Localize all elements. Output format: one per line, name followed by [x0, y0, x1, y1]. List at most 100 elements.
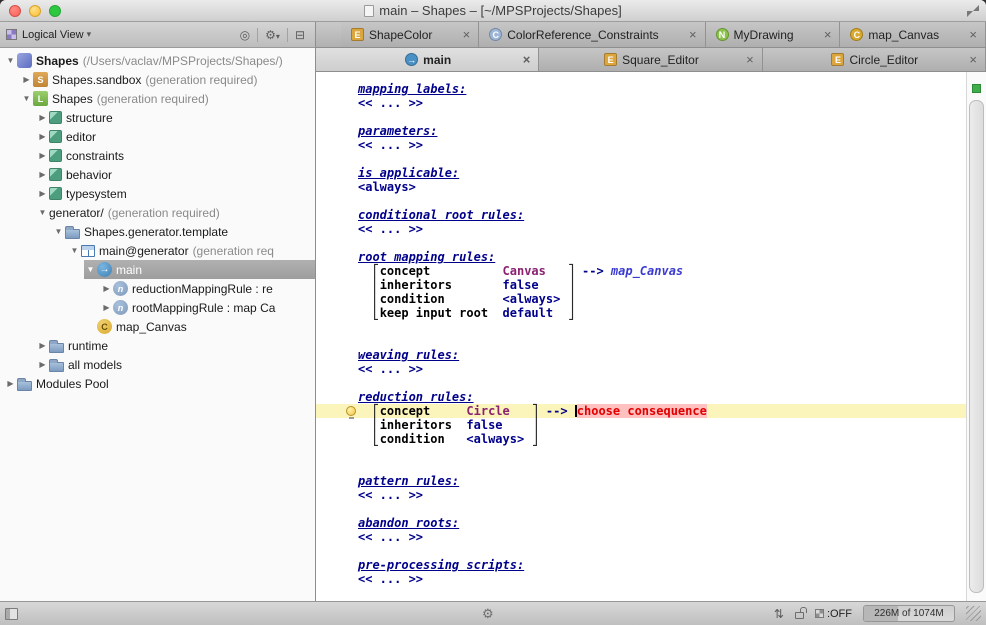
editor-line[interactable] — [316, 334, 966, 348]
abandon-roots-body[interactable]: << ... >> — [316, 530, 966, 544]
tree-item-generator[interactable]: ▼generator/(generation required) — [0, 203, 315, 222]
header-reduction-rules[interactable]: reduction rules: — [316, 390, 966, 404]
close-window-button[interactable] — [9, 5, 21, 17]
header-abandon-roots[interactable]: abandon roots: — [316, 516, 966, 530]
pattern-rules-body[interactable]: << ... >> — [316, 488, 966, 502]
zoom-window-button[interactable] — [49, 5, 61, 17]
collapsed-arrow-icon[interactable]: ▶ — [4, 379, 17, 388]
document-proxy-icon[interactable] — [364, 5, 374, 17]
fullscreen-icon[interactable] — [967, 5, 979, 17]
tree-item-constraints[interactable]: ▶constraints — [0, 146, 315, 165]
root-rule-row-inheritors[interactable]: ⎢inheritors false ⎥ — [316, 278, 966, 292]
reduction-rule-row-concept[interactable]: ⎡concept Circle ⎤ --> choose consequence — [316, 404, 966, 418]
mapping-labels-body[interactable]: << ... >> — [316, 96, 966, 110]
close-tab-icon[interactable]: × — [969, 53, 977, 66]
header-pre-processing-scripts[interactable]: pre-processing scripts: — [316, 558, 966, 572]
expanded-arrow-icon[interactable]: ▼ — [52, 227, 65, 236]
unlock-icon[interactable] — [795, 612, 804, 619]
header-weaving-rules[interactable]: weaving rules: — [316, 348, 966, 362]
editor-line[interactable] — [316, 236, 966, 250]
editor-line[interactable] — [316, 194, 966, 208]
error-stripe[interactable] — [966, 72, 986, 601]
tab-mydrawing[interactable]: NMyDrawing× — [706, 22, 841, 47]
tree-item-runtime[interactable]: ▶runtime — [0, 336, 315, 355]
tree-item-structure[interactable]: ▶structure — [0, 108, 315, 127]
editor-line[interactable] — [316, 544, 966, 558]
toolwindow-toggle-icon[interactable] — [5, 608, 18, 620]
weaving-rules-body[interactable]: << ... >> — [316, 362, 966, 376]
header-conditional-root-rules[interactable]: conditional root rules: — [316, 208, 966, 222]
close-tab-icon[interactable]: × — [959, 28, 977, 41]
collapsed-arrow-icon[interactable]: ▶ — [36, 151, 49, 160]
tree-item-main[interactable]: ▼→main — [0, 260, 315, 279]
tree-item-shapes[interactable]: ▼Shapes(/Users/vaclav/MPSProjects/Shapes… — [0, 51, 315, 70]
tree-item-modules-pool[interactable]: ▶Modules Pool — [0, 374, 315, 393]
scrollbar-thumb[interactable] — [969, 100, 984, 593]
reduction-rule-row-condition[interactable]: ⎣condition <always> ⎦ — [316, 432, 966, 446]
editor-line[interactable] — [316, 502, 966, 516]
tree-item-main-generator[interactable]: ▼main@generator(generation req — [0, 241, 315, 260]
collapsed-arrow-icon[interactable]: ▶ — [36, 132, 49, 141]
close-tab-icon[interactable]: × — [523, 53, 531, 66]
minimize-window-button[interactable] — [29, 5, 41, 17]
scroll-to-node-icon[interactable]: ◎ — [236, 28, 254, 42]
close-tab-icon[interactable]: × — [679, 28, 697, 41]
is-applicable-body[interactable]: <always> — [316, 180, 966, 194]
background-tasks-gear-icon[interactable]: ⚙ — [482, 606, 494, 622]
expanded-arrow-icon[interactable]: ▼ — [20, 94, 33, 103]
tree-item-reductionmappingrule-re[interactable]: ▶nreductionMappingRule : re — [0, 279, 315, 298]
pre-processing-scripts-body[interactable]: << ... >> — [316, 572, 966, 586]
collapsed-arrow-icon[interactable]: ▶ — [20, 75, 33, 84]
editor-line[interactable] — [316, 152, 966, 166]
expanded-arrow-icon[interactable]: ▼ — [4, 56, 17, 65]
parameters-body[interactable]: << ... >> — [316, 138, 966, 152]
tree-item-rootmappingrule-map-ca[interactable]: ▶nrootMappingRule : map Ca — [0, 298, 315, 317]
tree-item-typesystem[interactable]: ▶typesystem — [0, 184, 315, 203]
tree-item-shapes[interactable]: ▼LShapes(generation required) — [0, 89, 315, 108]
tree-item-behavior[interactable]: ▶behavior — [0, 165, 315, 184]
title-bar[interactable]: main – Shapes – [~/MPSProjects/Shapes] — [0, 0, 986, 22]
editor-line[interactable] — [316, 446, 966, 460]
editor-line[interactable] — [316, 460, 966, 474]
close-tab-icon[interactable]: × — [814, 28, 832, 41]
chevron-down-icon[interactable]: ▾ — [87, 29, 92, 40]
tree-item-shapes-sandbox[interactable]: ▶SShapes.sandbox(generation required) — [0, 70, 315, 89]
header-root-mapping-rules[interactable]: root mapping rules: — [316, 250, 966, 264]
close-tab-icon[interactable]: × — [746, 53, 754, 66]
tab-circle-editor[interactable]: ECircle_Editor× — [763, 48, 986, 71]
hide-panel-icon[interactable]: ⊟ — [291, 28, 309, 42]
tree-item-shapes-generator-template[interactable]: ▼Shapes.generator.template — [0, 222, 315, 241]
collapsed-arrow-icon[interactable]: ▶ — [36, 341, 49, 350]
reduction-rule-row-inheritors[interactable]: ⎢inheritors false ⎥ — [316, 418, 966, 432]
root-rule-row-condition[interactable]: ⎢condition <always> ⎥ — [316, 292, 966, 306]
tab-main[interactable]: →main× — [316, 48, 539, 71]
root-rule-row-concept[interactable]: ⎡concept Canvas ⎤ --> map_Canvas — [316, 264, 966, 278]
resize-grip[interactable] — [966, 606, 981, 621]
conditional-root-rules-body[interactable]: << ... >> — [316, 222, 966, 236]
collapsed-arrow-icon[interactable]: ▶ — [100, 284, 113, 293]
editor-line[interactable] — [316, 320, 966, 334]
tab-colorreference-constraints[interactable]: CColorReference_Constraints× — [479, 22, 705, 47]
header-mapping-labels[interactable]: mapping labels: — [316, 82, 966, 96]
editor-content[interactable]: mapping labels:<< ... >>parameters:<< ..… — [316, 72, 966, 601]
tree-item-editor[interactable]: ▶editor — [0, 127, 315, 146]
root-rule-row-keep-input-root[interactable]: ⎣keep input root default ⎦ — [316, 306, 966, 320]
expanded-arrow-icon[interactable]: ▼ — [84, 265, 97, 274]
tab-map-canvas[interactable]: Cmap_Canvas× — [840, 22, 986, 47]
expanded-arrow-icon[interactable]: ▼ — [68, 246, 81, 255]
tree-item-map-canvas[interactable]: Cmap_Canvas — [0, 317, 315, 336]
tree-item-all-models[interactable]: ▶all models — [0, 355, 315, 374]
editor-line[interactable] — [316, 110, 966, 124]
expanded-arrow-icon[interactable]: ▼ — [36, 208, 49, 217]
header-parameters[interactable]: parameters: — [316, 124, 966, 138]
header-pattern-rules[interactable]: pattern rules: — [316, 474, 966, 488]
editor-line[interactable] — [316, 376, 966, 390]
collapsed-arrow-icon[interactable]: ▶ — [36, 113, 49, 122]
collapsed-arrow-icon[interactable]: ▶ — [36, 360, 49, 369]
close-tab-icon[interactable]: × — [453, 28, 471, 41]
tab-square-editor[interactable]: ESquare_Editor× — [539, 48, 762, 71]
memory-indicator[interactable]: 226M of 1074M — [863, 605, 955, 622]
collapsed-arrow-icon[interactable]: ▶ — [36, 189, 49, 198]
view-selector[interactable]: Logical View — [22, 29, 84, 41]
settings-gear-icon[interactable]: ⚙▾ — [261, 28, 284, 42]
